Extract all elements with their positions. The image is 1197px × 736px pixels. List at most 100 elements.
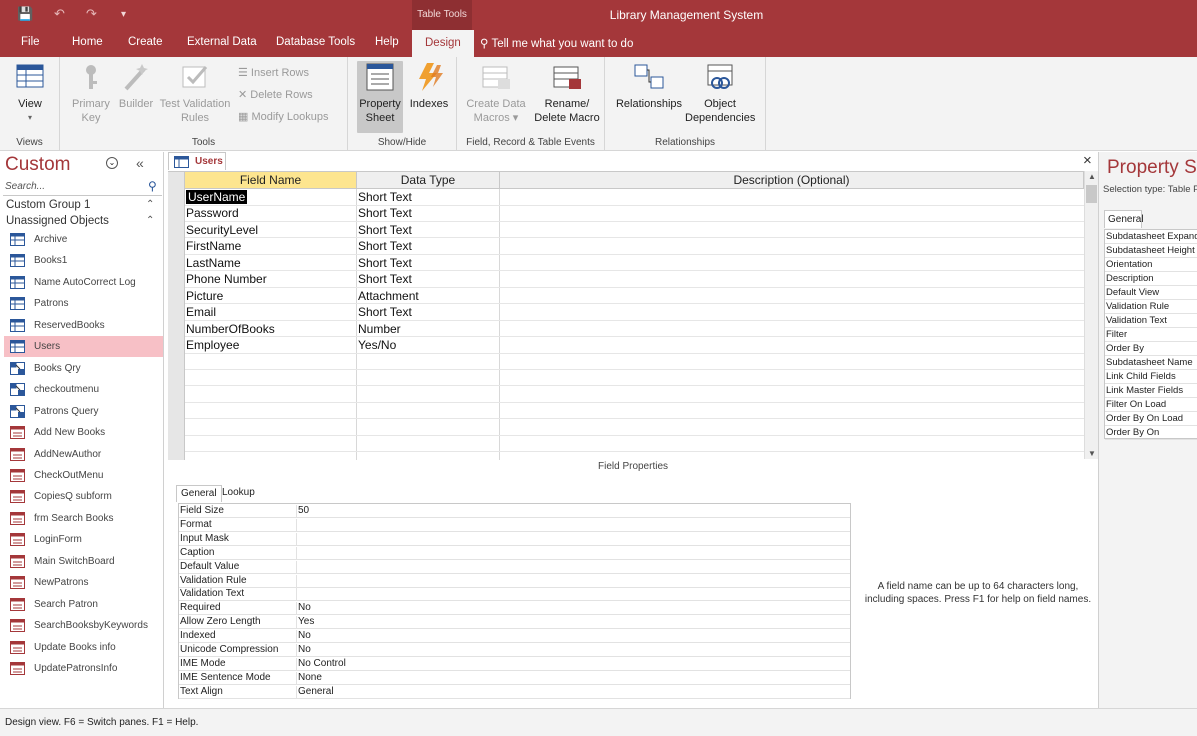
field-row[interactable]: Picture Attachment xyxy=(185,288,1084,305)
property-row[interactable]: Input Mask xyxy=(179,532,850,546)
nav-pane-title[interactable]: Custom xyxy=(5,154,70,176)
field-name-cell[interactable]: Phone Number xyxy=(186,272,267,286)
table-property-row[interactable]: Order By On xyxy=(1105,426,1197,440)
nav-item-patrons-query[interactable]: Patrons Query xyxy=(4,401,163,422)
field-row[interactable] xyxy=(185,370,1084,387)
field-name-cell[interactable]: Email xyxy=(186,305,216,319)
modify-lookups-button[interactable]: ▦ Modify Lookups xyxy=(238,110,329,123)
field-name-cell[interactable]: Employee xyxy=(186,338,239,352)
nav-item-add-new-books[interactable]: Add New Books xyxy=(4,422,163,443)
nav-menu-icon[interactable]: ⌄ xyxy=(106,157,118,169)
property-row[interactable]: Validation Text xyxy=(179,587,850,602)
table-property-row[interactable]: Order By xyxy=(1105,342,1197,356)
data-type-cell[interactable]: Attachment xyxy=(358,289,419,303)
tab-help[interactable]: Help xyxy=(375,36,399,48)
grid-vertical-scrollbar[interactable]: ▲ ▼ xyxy=(1084,171,1098,459)
collapse-group-icon[interactable]: ⌃ xyxy=(146,199,154,210)
rename-delete-macro-button[interactable]: Rename/ Delete Macro xyxy=(533,61,601,125)
builder-button[interactable]: Builder xyxy=(116,61,156,111)
nav-item-checkoutmenu[interactable]: checkoutmenu xyxy=(4,379,163,400)
search-icon[interactable]: ⚲ xyxy=(148,179,157,193)
nav-item-addnewauthor[interactable]: AddNewAuthor xyxy=(4,444,163,465)
property-value[interactable]: 50 xyxy=(298,505,309,516)
tab-database-tools[interactable]: Database Tools xyxy=(276,36,355,48)
relationships-button[interactable]: Relationships xyxy=(615,61,683,111)
close-document-icon[interactable]: × xyxy=(1083,152,1092,169)
nav-item-users[interactable]: Users xyxy=(4,336,163,358)
nav-item-update-books-info[interactable]: Update Books info xyxy=(4,637,163,658)
collapse-group-icon[interactable]: ⌃ xyxy=(146,215,154,226)
row-selector-column[interactable] xyxy=(168,172,185,460)
field-name-cell[interactable]: NumberOfBooks xyxy=(186,322,275,336)
nav-item-books1[interactable]: Books1 xyxy=(4,250,163,271)
field-name-cell[interactable]: Password xyxy=(186,206,239,220)
table-property-row[interactable]: Link Master Fields xyxy=(1105,384,1197,398)
collapse-pane-icon[interactable]: « xyxy=(136,155,144,171)
scroll-down-icon[interactable]: ▼ xyxy=(1088,449,1096,458)
property-row[interactable]: IME Sentence Mode None xyxy=(179,671,850,685)
data-type-cell[interactable]: Short Text xyxy=(358,190,412,204)
data-type-cell[interactable]: Short Text xyxy=(358,256,412,270)
tab-file[interactable]: File xyxy=(21,36,40,48)
property-value[interactable]: No xyxy=(298,602,311,613)
nav-group-custom-group-1[interactable]: Custom Group 1 xyxy=(6,199,90,211)
nav-item-updatepatronsinfo[interactable]: UpdatePatronsInfo xyxy=(4,658,163,679)
nav-item-newpatrons[interactable]: NewPatrons xyxy=(4,572,163,593)
property-value[interactable]: No Control xyxy=(298,658,346,669)
property-row[interactable]: Indexed No xyxy=(179,629,850,644)
scroll-thumb[interactable] xyxy=(1086,185,1097,203)
table-property-row[interactable]: Filter xyxy=(1105,328,1197,342)
field-row[interactable]: UserName Short Text xyxy=(185,189,1084,206)
field-row[interactable]: SecurityLevel Short Text xyxy=(185,222,1084,239)
table-property-row[interactable]: Subdatasheet Expand xyxy=(1105,230,1197,244)
table-property-row[interactable]: Subdatasheet Name xyxy=(1105,356,1197,370)
view-button[interactable]: View ▾ xyxy=(6,61,54,125)
property-sheet-tab-general[interactable]: General xyxy=(1104,210,1144,228)
table-property-row[interactable]: Link Child Fields xyxy=(1105,370,1197,384)
table-property-row[interactable]: Validation Rule xyxy=(1105,300,1197,314)
field-row[interactable]: Employee Yes/No xyxy=(185,337,1084,354)
field-row[interactable] xyxy=(185,419,1084,436)
create-data-macros-button[interactable]: Create Data Macros ▾ xyxy=(463,61,529,125)
table-property-row[interactable]: Filter On Load xyxy=(1105,398,1197,412)
nav-item-loginform[interactable]: LoginForm xyxy=(4,529,163,550)
test-validation-rules-button[interactable]: Test Validation Rules xyxy=(158,61,232,125)
property-row[interactable]: Default Value xyxy=(179,560,850,574)
property-row[interactable]: Allow Zero Length Yes xyxy=(179,615,850,630)
nav-item-name-autocorrect-log[interactable]: Name AutoCorrect Log xyxy=(4,272,163,293)
view-dropdown-arrow[interactable]: ▾ xyxy=(6,111,54,125)
insert-rows-button[interactable]: ☰ Insert Rows xyxy=(238,66,309,79)
property-row[interactable]: Unicode Compression No xyxy=(179,643,850,657)
nav-item-checkoutmenu[interactable]: CheckOutMenu xyxy=(4,465,163,486)
tab-design[interactable]: Design xyxy=(412,30,474,57)
field-row[interactable]: LastName Short Text xyxy=(185,255,1084,272)
nav-group-unassigned[interactable]: Unassigned Objects xyxy=(6,215,109,227)
tab-external-data[interactable]: External Data xyxy=(187,36,257,48)
table-property-row[interactable]: Validation Text xyxy=(1105,314,1197,328)
table-property-row[interactable]: Description xyxy=(1105,272,1197,286)
tab-home[interactable]: Home xyxy=(72,36,103,48)
property-row[interactable]: Validation Rule xyxy=(179,574,850,588)
table-property-row[interactable]: Orientation xyxy=(1105,258,1197,272)
indexes-button[interactable]: Indexes xyxy=(406,61,452,111)
field-row[interactable] xyxy=(185,403,1084,420)
property-value[interactable]: None xyxy=(298,672,322,683)
field-row[interactable] xyxy=(185,386,1084,403)
tell-me-box[interactable]: ⚲ Tell me what you want to do xyxy=(480,36,633,50)
property-row[interactable]: Format xyxy=(179,518,850,532)
field-row[interactable]: FirstName Short Text xyxy=(185,238,1084,255)
tab-lookup[interactable]: Lookup xyxy=(218,485,259,502)
data-type-cell[interactable]: Yes/No xyxy=(358,338,396,352)
property-value[interactable]: No xyxy=(298,630,311,641)
field-name-cell[interactable]: LastName xyxy=(186,256,241,270)
scroll-up-icon[interactable]: ▲ xyxy=(1088,172,1096,181)
property-row[interactable]: IME Mode No Control xyxy=(179,657,850,671)
table-property-row[interactable]: Order By On Load xyxy=(1105,412,1197,426)
field-row[interactable]: Phone Number Short Text xyxy=(185,271,1084,288)
nav-item-frm-search-books[interactable]: frm Search Books xyxy=(4,508,163,529)
tab-general[interactable]: General xyxy=(176,485,222,502)
field-name-cell[interactable]: FirstName xyxy=(186,239,241,253)
nav-item-copiesq-subform[interactable]: CopiesQ subform xyxy=(4,486,163,507)
object-dependencies-button[interactable]: Object Dependencies xyxy=(685,61,755,125)
nav-item-main-switchboard[interactable]: Main SwitchBoard xyxy=(4,551,163,572)
